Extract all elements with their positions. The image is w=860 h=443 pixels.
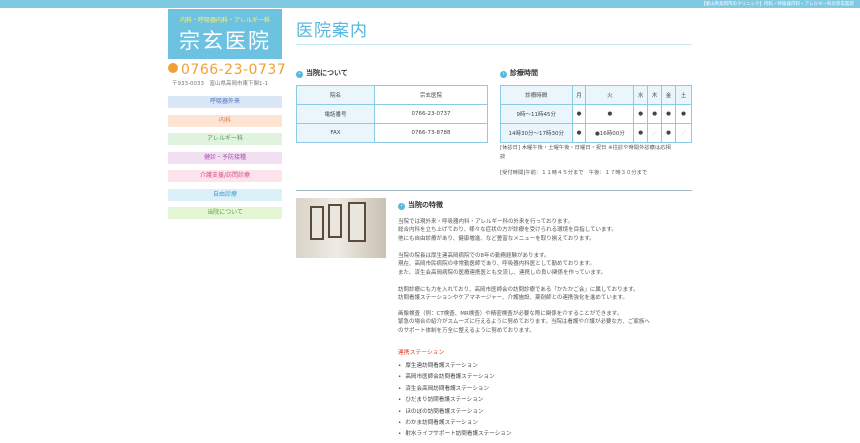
paragraph-line: 他にも自由診療があり、健康増進、など豊富なメニューを取り揃えております。 [398, 235, 595, 242]
arrow-right-icon: › [296, 71, 303, 78]
arrow-right-icon: › [500, 71, 507, 78]
paragraph-line: 緊急の場合の紹介がスムーズに行えるように努めております。当院は看護や介護が必要な… [398, 319, 650, 326]
status-cell: ● [661, 123, 677, 143]
logo-subtitle: 内科・呼吸器内科・アレルギー科 [179, 17, 270, 24]
list-item: 済生会高岡訪問看護ステーション [398, 384, 511, 395]
status-cell: ● [571, 123, 587, 143]
title-divider [296, 44, 692, 45]
sidebar-item-internal-medicine[interactable]: 内科 [168, 114, 282, 127]
status-cell: ●16時00分 [585, 123, 635, 143]
column-header: 月 [571, 85, 587, 105]
status-cell: ／ [647, 123, 663, 143]
paragraph-line: のサポート体制を万全に整えるように努めております。 [398, 327, 535, 334]
status-cell: ／ [675, 123, 692, 143]
table-value: 0766-73-8788 [374, 123, 488, 143]
status-cell: ● [647, 104, 663, 124]
list-item: 厚生連訪問看護ステーション [398, 361, 511, 372]
about-heading-text: 当院について [306, 69, 348, 77]
column-header: 火 [585, 85, 635, 105]
list-item: ほのぼの訪問看護ステーション [398, 407, 511, 418]
table-row: 14時30分〜17時30分 ● ●16時00分 ● ／ ● ／ [500, 123, 692, 143]
table-row: FAX 0766-73-8788 [296, 123, 488, 143]
frame-image [310, 206, 324, 240]
table-row: 9時〜11時45分 ● ● ● ● ● ● [500, 104, 692, 124]
column-header: 水 [633, 85, 649, 105]
partner-stations-list: 厚生連訪問看護ステーション 高岡市医師会訪問看護ステーション 済生会高岡訪問看護… [398, 361, 511, 441]
list-item: 高岡市医師会訪問看護ステーション [398, 372, 511, 383]
feature-paragraph: 訪問診療にも力を入れており、高岡市医師会の訪問診療である「かたかご会」に属してお… [398, 286, 639, 303]
phone-icon [168, 63, 178, 73]
partner-stations-heading: 連携ステーション [398, 350, 445, 356]
table-label: FAX [296, 123, 375, 143]
sidebar-item-allergy[interactable]: アレルギー科 [168, 133, 282, 145]
logo-name: 宗玄医院 [179, 29, 271, 53]
status-cell: ● [633, 104, 649, 124]
clinic-address: 〒933-0033 富山県高岡市東下関1-1 [172, 81, 268, 87]
list-item: 射水ライフサポート訪問看護ステーション [398, 429, 511, 440]
sidebar-item-checkup[interactable]: 健診・予防接種 [168, 151, 282, 164]
table-value: 宗玄医院 [374, 85, 488, 105]
list-item: ひだまり訪問看護ステーション [398, 395, 511, 406]
top-bar: 【富山県高岡市のクリニック】内科・呼吸器内科・アレルギー科の宗玄医院 [0, 0, 860, 8]
sidebar-item-about[interactable]: 当院について [168, 207, 282, 219]
frame-image [328, 204, 342, 238]
feature-paragraph: 当院では現外来・呼吸器内科・アレルギー科の外来を行っております。 総合内科を立ち… [398, 218, 617, 243]
section-divider [296, 190, 692, 191]
status-cell: ● [675, 104, 692, 124]
about-table: 院名 宗玄医院 電話番号 0766-23-0737 FAX 0766-73-87… [296, 85, 488, 143]
frame-image [348, 202, 366, 242]
hours-heading: › 診療時間 [500, 68, 538, 78]
feature-paragraph: 画像検査（例：CT検査、MR検査）や精密検査が必要な際に関係を介することができま… [398, 310, 650, 335]
about-heading: › 当院について [296, 68, 348, 78]
feature-paragraph: 当院の院長は厚生連高岡病院での8年の勤務経験があります。 現在、高岡市民病院の非… [398, 252, 606, 277]
time-cell: 9時〜11時45分 [500, 104, 573, 124]
features-heading-text: 当院の特徴 [408, 201, 443, 209]
paragraph-line: 現在、高岡市民病院の非常勤医師であり、呼吸器内科医として勤めております。 [398, 261, 595, 268]
clinic-photo [296, 198, 386, 258]
hours-table: 診療時間 月 火 水 木 金 土 9時〜11時45分 ● ● ● ● ● ● 1… [500, 85, 692, 143]
status-cell: ● [571, 104, 587, 124]
page-title: 医院案内 [296, 21, 368, 41]
top-bar-text: 【富山県高岡市のクリニック】内科・呼吸器内科・アレルギー科の宗玄医院 [701, 2, 854, 7]
paragraph-line: また、済生会高岡病院の医療連携医とも交流し、連携しの良い関係を作っています。 [398, 269, 607, 276]
phone-number-text: 0766-23-0737 [181, 62, 287, 78]
paragraph-line: 総合内科を立ち上げており、様々な症状の方が診療を受けられる環境を目指しています。 [398, 227, 617, 234]
status-cell: ● [633, 123, 649, 143]
table-label: 院名 [296, 85, 375, 105]
features-heading: › 当院の特徴 [398, 200, 443, 210]
sidebar-nav: 呼吸器外来 内科 アレルギー科 健診・予防接種 介護支援/訪問診療 自由診療 当… [168, 96, 282, 226]
paragraph-line: 訪問看護ステーションやケアマネージャー、介護施設、薬剤師との連携強化を進めていま… [398, 295, 628, 302]
table-row: 院名 宗玄医院 [296, 85, 488, 105]
sidebar-item-care-support[interactable]: 介護支援/訪問診療 [168, 170, 282, 182]
sidebar-item-free-treatment[interactable]: 自由診療 [168, 188, 282, 201]
reception-hours-note: [受付時間]午前：１１時４５分まで 午後：１７時３０分まで [500, 170, 648, 176]
table-row: 電話番号 0766-23-0737 [296, 104, 488, 124]
table-label: 電話番号 [296, 104, 375, 124]
time-cell: 14時30分〜17時30分 [500, 123, 573, 143]
closed-days-note: [休診日] 木曜午後・土曜午後・日曜日・祝日 ※往診や時間外診療は応相 [500, 145, 671, 151]
arrow-right-icon: › [398, 203, 405, 210]
phone-number[interactable]: 0766-23-0737 [168, 62, 286, 78]
column-header: 診療時間 [500, 85, 573, 105]
hours-heading-text: 診療時間 [510, 69, 538, 77]
column-header: 土 [675, 85, 692, 105]
column-header: 木 [647, 85, 663, 105]
status-cell: ● [585, 104, 635, 124]
status-cell: ● [661, 104, 677, 124]
sidebar-item-respiratory[interactable]: 呼吸器外来 [168, 96, 282, 108]
column-header: 金 [661, 85, 677, 105]
closed-days-note-cont: 談 [500, 154, 506, 160]
table-value: 0766-23-0737 [374, 104, 488, 124]
paragraph-line: 訪問診療にも力を入れており、高岡市医師会の訪問診療である「かたかご会」に属してお… [398, 287, 639, 293]
table-header-row: 診療時間 月 火 水 木 金 土 [500, 85, 692, 105]
paragraph-line: 当院の院長は厚生連高岡病院での8年の勤務経験があります。 [398, 253, 550, 259]
list-item: わかま訪問看護ステーション [398, 418, 511, 429]
paragraph-line: 当院では現外来・呼吸器内科・アレルギー科の外来を行っております。 [398, 219, 574, 225]
paragraph-line: 画像検査（例：CT検査、MR検査）や精密検査が必要な際に関係を介することができま… [398, 311, 623, 317]
site-logo[interactable]: 内科・呼吸器内科・アレルギー科 宗玄医院 [168, 9, 282, 59]
